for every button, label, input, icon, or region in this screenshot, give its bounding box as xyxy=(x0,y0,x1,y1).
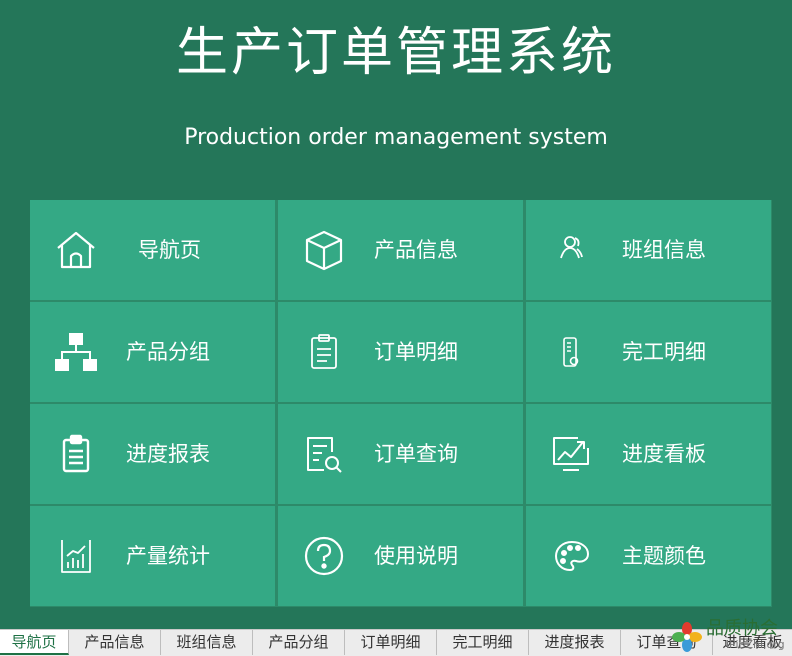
report-clipboard-icon xyxy=(54,432,98,476)
sheet-tab-completion-detail[interactable]: 完工明细 xyxy=(437,630,529,655)
home-icon xyxy=(54,228,98,272)
tile-product-info[interactable]: 产品信息 xyxy=(278,200,523,300)
tile-label: 订单明细 xyxy=(374,340,458,364)
tile-product-group[interactable]: 产品分组 xyxy=(30,302,275,402)
tile-progress-report[interactable]: 进度报表 xyxy=(30,404,275,504)
hierarchy-icon xyxy=(54,330,98,374)
tile-label: 使用说明 xyxy=(374,544,458,568)
tile-label: 产品信息 xyxy=(374,238,458,262)
bar-chart-icon xyxy=(54,534,98,578)
watermark-logo: 品质协会 iPinZhi.org xyxy=(668,616,792,655)
box-icon xyxy=(302,228,346,272)
tile-progress-board[interactable]: 进度看板 xyxy=(526,404,771,504)
tile-order-query[interactable]: 订单查询 xyxy=(278,404,523,504)
palette-icon xyxy=(550,534,594,578)
tile-user-guide[interactable]: 使用说明 xyxy=(278,506,523,606)
tile-label: 主题颜色 xyxy=(622,544,706,568)
tile-label: 产品分组 xyxy=(126,340,210,364)
tile-label: 导航页 xyxy=(138,238,201,262)
tile-label: 进度看板 xyxy=(622,442,706,466)
question-icon xyxy=(302,534,346,578)
sheet-tab-progress-report[interactable]: 进度报表 xyxy=(529,630,621,655)
tile-label: 完工明细 xyxy=(622,340,706,364)
thermometer-icon xyxy=(550,330,594,374)
sheet-tab-product-info[interactable]: 产品信息 xyxy=(69,630,161,655)
tile-label: 订单查询 xyxy=(374,442,458,466)
tile-label: 班组信息 xyxy=(622,238,706,262)
sheet-tab-team-info[interactable]: 班组信息 xyxy=(161,630,253,655)
clipboard-icon xyxy=(302,330,346,374)
search-document-icon xyxy=(302,432,346,476)
watermark-url: iPinZhi.org xyxy=(726,638,785,651)
tile-team-info[interactable]: 班组信息 xyxy=(526,200,771,300)
tile-output-stats[interactable]: 产量统计 xyxy=(30,506,275,606)
page-title: 生产订单管理系统 xyxy=(175,23,616,83)
flower-icon xyxy=(672,622,702,652)
navigation-grid: 导航页 产品信息 班组信息 产品分组 订单明细 完工明细 进度报表 订单查询 进… xyxy=(30,200,772,607)
page-subtitle: Production order management system xyxy=(184,125,608,150)
sheet-tab-product-group[interactable]: 产品分组 xyxy=(253,630,345,655)
tile-order-detail[interactable]: 订单明细 xyxy=(278,302,523,402)
sheet-tab-order-detail[interactable]: 订单明细 xyxy=(345,630,437,655)
tile-label: 产量统计 xyxy=(126,544,210,568)
watermark-text: 品质协会 xyxy=(706,618,778,639)
tile-completion-detail[interactable]: 完工明细 xyxy=(526,302,771,402)
tile-navigation[interactable]: 导航页 xyxy=(30,200,275,300)
trend-chart-icon xyxy=(550,432,594,476)
sheet-tab-navigation[interactable]: 导航页 xyxy=(0,630,69,655)
tile-theme-color[interactable]: 主题颜色 xyxy=(526,506,771,606)
team-icon xyxy=(550,228,594,272)
tile-label: 进度报表 xyxy=(126,442,210,466)
